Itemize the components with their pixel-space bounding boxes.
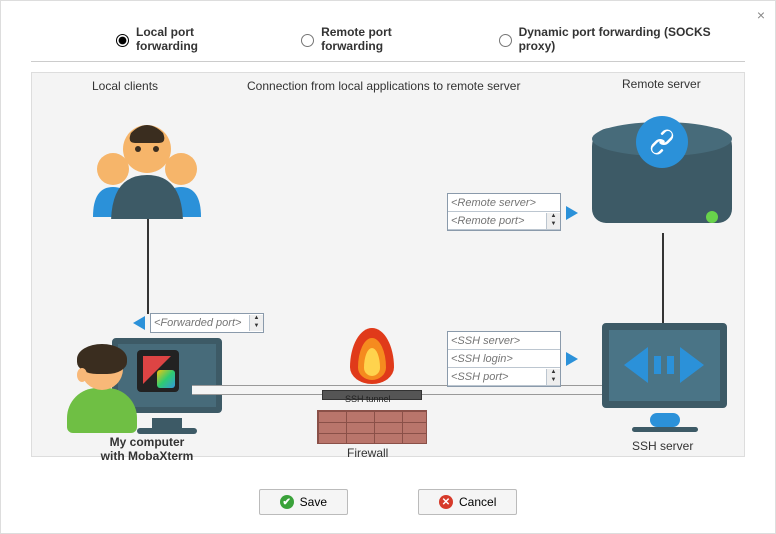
remote-server-group: ▲▼ [447, 193, 561, 231]
ssh-port-spinner[interactable]: ▲▼ [546, 369, 560, 385]
ssh-server-icon [602, 323, 727, 433]
local-clients-label: Local clients [92, 79, 158, 93]
line-clients-to-local [147, 219, 149, 314]
remote-server-label: Remote server [622, 77, 701, 91]
remote-server-icon [592, 128, 732, 233]
remote-port-spinner[interactable]: ▲▼ [546, 213, 560, 229]
firewall-label: Firewall [347, 446, 388, 460]
arrow-right-icon [566, 352, 578, 366]
cancel-icon: ✕ [439, 495, 453, 509]
save-button[interactable]: ✔ Save [259, 489, 348, 515]
forwarded-port-spinner[interactable]: ▲▼ [249, 315, 263, 331]
tunnel-diagram: Local clients Connection from local appl… [31, 72, 745, 457]
my-computer-label-1: My computer [82, 435, 212, 449]
ssh-server-label: SSH server [632, 439, 693, 453]
forwarded-port-input[interactable] [151, 315, 249, 331]
ssh-tunnel-label: SSH tunnel [345, 394, 391, 404]
local-clients-icon [87, 109, 207, 219]
bidirectional-arrows-icon [624, 345, 704, 385]
connection-description: Connection from local applications to re… [247, 79, 520, 93]
close-icon[interactable]: × [757, 7, 765, 23]
ssh-login-input[interactable] [448, 351, 546, 367]
save-button-label: Save [300, 495, 327, 509]
ssh-server-input[interactable] [448, 333, 546, 349]
mobaxterm-app-icon [137, 350, 179, 392]
line-remote-to-ssh [662, 233, 664, 328]
radio-remote-input[interactable] [301, 34, 314, 47]
forwarded-port-group: ▲▼ [150, 313, 264, 333]
ssh-server-group: ▲▼ [447, 331, 561, 387]
radio-dynamic-input[interactable] [499, 34, 512, 47]
radio-local-input[interactable] [116, 34, 129, 47]
radio-remote-forwarding[interactable]: Remote port forwarding [296, 25, 454, 53]
tunnel-settings-dialog: × Local port forwarding Remote port forw… [0, 0, 776, 534]
radio-local-forwarding[interactable]: Local port forwarding [111, 25, 256, 53]
cancel-button[interactable]: ✕ Cancel [418, 489, 517, 515]
check-icon: ✔ [280, 495, 294, 509]
forwarding-mode-radios: Local port forwarding Remote port forwar… [31, 1, 745, 62]
radio-remote-label: Remote port forwarding [321, 25, 454, 53]
radio-dynamic-label: Dynamic port forwarding (SOCKS proxy) [519, 25, 745, 53]
arrow-right-icon [566, 206, 578, 220]
remote-port-input[interactable] [448, 213, 546, 229]
link-icon [636, 116, 688, 168]
flame-icon [342, 320, 402, 390]
remote-server-input[interactable] [448, 195, 546, 211]
my-computer-label-2: with MobaXterm [82, 449, 212, 463]
radio-local-label: Local port forwarding [136, 25, 256, 53]
dialog-buttons: ✔ Save ✕ Cancel [1, 489, 775, 515]
radio-dynamic-forwarding[interactable]: Dynamic port forwarding (SOCKS proxy) [494, 25, 745, 53]
ssh-port-input[interactable] [448, 369, 546, 385]
arrow-left-icon [133, 316, 145, 330]
cancel-button-label: Cancel [459, 495, 496, 509]
